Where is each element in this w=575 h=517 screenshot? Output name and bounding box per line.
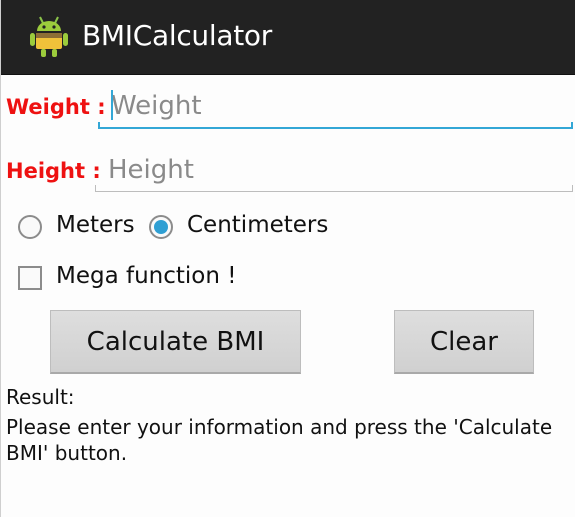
weight-input-underline xyxy=(98,122,573,129)
text-cursor xyxy=(111,90,113,120)
action-bar: BMICalculator xyxy=(1,0,575,75)
radio-centimeters-label[interactable]: Centimeters xyxy=(187,212,328,238)
clear-button[interactable]: Clear xyxy=(394,310,534,374)
radio-centimeters[interactable] xyxy=(149,215,173,239)
weight-label: Weight : xyxy=(6,95,106,119)
height-input-underline xyxy=(95,185,573,192)
mega-function-checkbox[interactable] xyxy=(18,266,42,290)
radio-meters[interactable] xyxy=(18,215,42,239)
result-message: Please enter your information and press … xyxy=(6,415,553,465)
result-label: Result: xyxy=(6,385,75,409)
calculate-bmi-button[interactable]: Calculate BMI xyxy=(50,310,301,374)
height-input[interactable] xyxy=(98,150,573,190)
app-title: BMICalculator xyxy=(82,19,272,52)
height-label: Height : xyxy=(6,159,101,183)
bmi-calculator-screen: BMICalculator Weight : Height : Meters C… xyxy=(0,0,575,517)
weight-input[interactable] xyxy=(101,86,573,126)
radio-meters-label[interactable]: Meters xyxy=(56,212,135,238)
android-robot-icon xyxy=(30,16,68,57)
mega-function-label[interactable]: Mega function ! xyxy=(56,263,237,289)
